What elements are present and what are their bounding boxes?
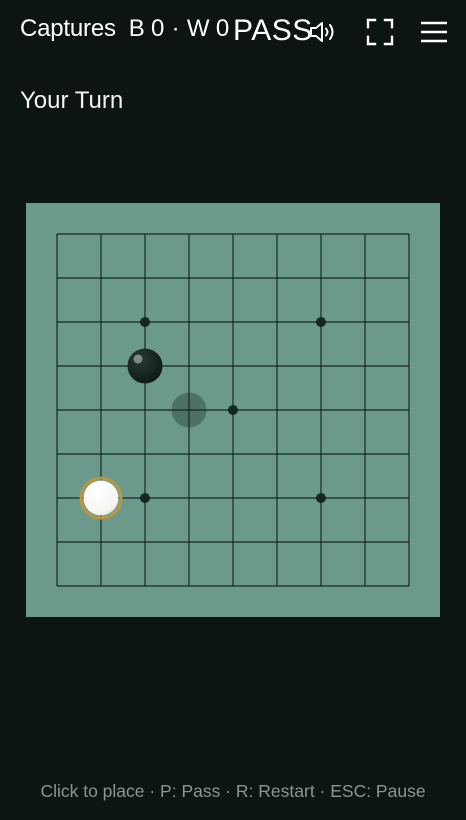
star-point <box>140 317 150 327</box>
black-captures-count: 0 <box>151 15 165 42</box>
star-point <box>316 317 326 327</box>
black-stone <box>127 348 163 384</box>
board-canvas[interactable] <box>26 203 440 617</box>
game-screen: Captures B 0 · W 0 PASS Your Turn Click … <box>0 0 466 820</box>
white-captures-label: W <box>186 15 210 42</box>
go-board[interactable] <box>26 203 440 617</box>
turn-status: Your Turn <box>20 87 124 114</box>
top-bar: Captures B 0 · W 0 PASS <box>0 0 466 62</box>
sound-icon[interactable] <box>306 15 340 49</box>
controls-hint: Click to place · P: Pass · R: Restart · … <box>40 781 426 801</box>
star-point <box>228 405 238 415</box>
captures-separator: · <box>171 15 180 42</box>
pass-button[interactable]: PASS <box>233 14 313 48</box>
star-point <box>316 493 326 503</box>
white-captures-count: 0 <box>215 15 229 42</box>
black-stone-highlight <box>133 354 143 364</box>
menu-icon[interactable] <box>417 15 451 49</box>
star-point <box>140 493 150 503</box>
captures-label: Captures <box>20 15 116 42</box>
black-captures-label: B <box>128 15 145 42</box>
hover-stone-preview <box>171 392 207 428</box>
fullscreen-icon[interactable] <box>363 15 397 49</box>
white-stone <box>83 480 119 516</box>
captures-display: Captures B 0 · W 0 <box>20 15 229 43</box>
